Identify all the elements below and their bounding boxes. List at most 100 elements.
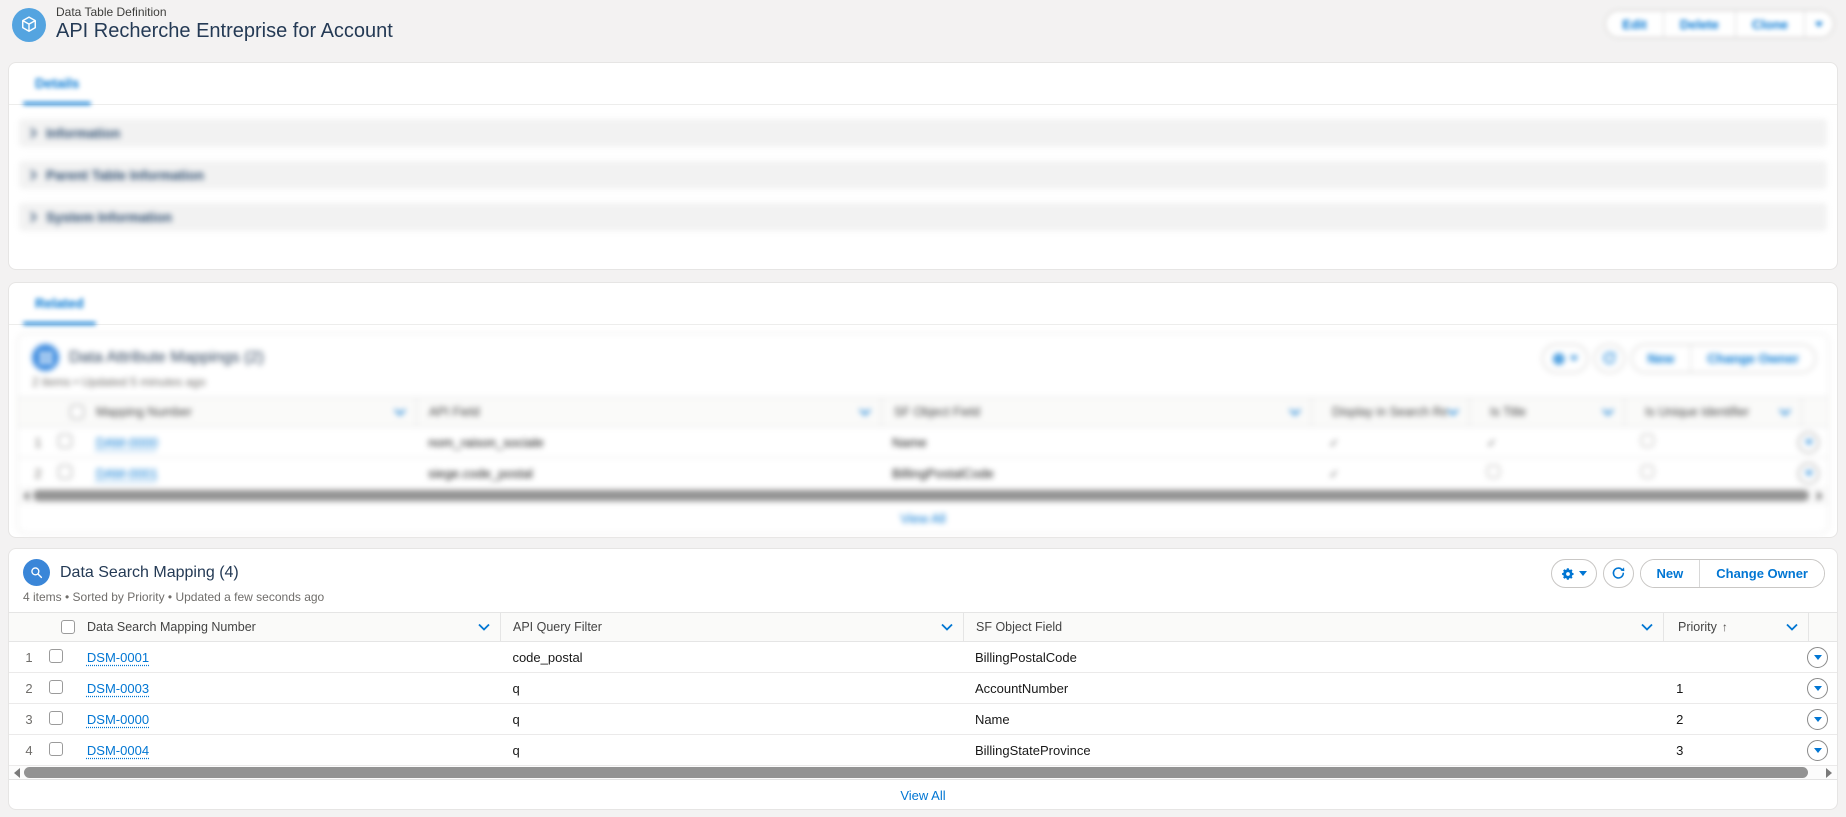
list-refresh-button[interactable] (1602, 559, 1634, 588)
scroll-left-arrow[interactable] (23, 490, 29, 501)
row-number: 2 (25, 680, 33, 696)
record-link[interactable]: DSM-0003 (87, 681, 149, 696)
section-parent-table-information[interactable]: Parent Table Information (19, 161, 1827, 189)
column-header-data-search-mapping-number[interactable]: Data Search Mapping Number (87, 620, 256, 634)
column-menu-button[interactable] (478, 623, 490, 631)
column-menu-button[interactable] (1289, 408, 1301, 416)
column-menu-button[interactable] (1779, 408, 1791, 416)
row-action-button[interactable] (1798, 462, 1819, 484)
chevron-down-icon (1804, 470, 1813, 476)
list-button-group: New Change Owner (1639, 559, 1825, 588)
search-icon (31, 567, 43, 579)
chevron-down-icon (1569, 356, 1578, 361)
record-link[interactable]: DSM-0004 (87, 743, 149, 758)
row-action-button[interactable] (1807, 708, 1828, 730)
column-menu-button[interactable] (941, 623, 953, 631)
list-settings-button[interactable] (1541, 344, 1588, 373)
is-title-checkbox (1487, 436, 1497, 450)
horizontal-scrollbar (9, 766, 1837, 780)
chevron-down-icon (1813, 716, 1822, 722)
gear-icon (1561, 567, 1574, 580)
record-page-header: Data Table Definition API Recherche Entr… (0, 0, 1846, 50)
list-settings-button[interactable] (1550, 559, 1597, 588)
column-header-sf-object-field[interactable]: SF Object Field (894, 405, 980, 419)
is-unique-identifier-checkbox (1641, 465, 1655, 478)
more-actions-button[interactable] (1805, 11, 1833, 37)
column-menu-button[interactable] (859, 408, 871, 416)
row-checkbox[interactable] (57, 433, 72, 448)
api-query-filter-value: code_postal (512, 649, 583, 665)
record-link[interactable]: DAM-0000 (96, 435, 158, 450)
column-header-mapping-number[interactable]: Mapping Number (96, 405, 192, 419)
record-link[interactable]: DAM-0001 (96, 466, 158, 481)
chevron-right-icon (30, 169, 37, 181)
row-checkbox[interactable] (48, 741, 63, 756)
table-row: 2 DAM-0001 siege.code_postal BillingPost… (18, 458, 1828, 489)
refresh-icon (1612, 567, 1624, 579)
list-refresh-button[interactable] (1593, 344, 1625, 373)
row-action-button[interactable] (1807, 646, 1828, 668)
row-number: 1 (34, 434, 42, 450)
scroll-right-arrow[interactable] (1817, 490, 1823, 501)
tab-details[interactable]: Details (23, 63, 92, 105)
tab-related[interactable]: Related (23, 283, 96, 325)
row-action-button[interactable] (1807, 739, 1828, 761)
list-title[interactable]: Data Attribute Mappings (2) (69, 349, 264, 367)
column-header-is-title[interactable]: Is Title (1490, 405, 1526, 419)
scroll-left-arrow[interactable] (14, 767, 20, 778)
edit-button[interactable]: Edit (1606, 11, 1664, 37)
column-header-is-unique-identifier[interactable]: Is Unique Identifier (1645, 405, 1749, 419)
select-all-checkbox[interactable] (70, 405, 84, 419)
column-header-api-query-filter[interactable]: API Query Filter (513, 620, 602, 634)
column-menu-button[interactable] (1641, 623, 1653, 631)
column-header-priority[interactable]: Priority (1678, 620, 1717, 634)
scrollbar-track[interactable] (33, 490, 1813, 501)
column-menu-button[interactable] (1602, 408, 1614, 416)
row-action-button[interactable] (1798, 431, 1819, 453)
chevron-right-icon (30, 211, 37, 223)
row-action-button[interactable] (1807, 677, 1828, 699)
scrollbar-track[interactable] (24, 767, 1822, 778)
scrollbar-thumb[interactable] (33, 490, 1809, 501)
chevron-down-icon (1602, 408, 1614, 416)
clone-button[interactable]: Clone (1735, 11, 1805, 37)
column-menu-button[interactable] (1447, 408, 1459, 416)
new-button[interactable]: New (1640, 560, 1700, 587)
scrollbar-thumb[interactable] (24, 767, 1808, 778)
section-system-information[interactable]: System Information (19, 203, 1827, 231)
row-checkbox[interactable] (48, 679, 63, 694)
section-information[interactable]: Information (19, 119, 1827, 147)
select-all-checkbox[interactable] (61, 620, 75, 634)
view-all-link[interactable]: View All (900, 788, 945, 803)
list-meta: 2 items • Updated 5 minutes ago (32, 375, 206, 389)
change-owner-button[interactable]: Change Owner (1690, 345, 1815, 372)
refresh-icon (1603, 352, 1615, 364)
record-link[interactable]: DSM-0000 (87, 712, 149, 727)
data-attribute-mappings-list: Data Attribute Mappings (2) New Change O… (17, 333, 1829, 534)
chevron-down-icon (394, 408, 406, 416)
row-checkbox[interactable] (48, 710, 63, 725)
details-card: Details Information Parent Table Informa… (8, 62, 1838, 270)
delete-button[interactable]: Delete (1663, 11, 1736, 37)
data-search-mapping-list: Data Search Mapping (4) New Change Owner (8, 548, 1838, 810)
column-menu-button[interactable] (1786, 623, 1798, 631)
chevron-down-icon (1641, 623, 1653, 631)
record-link[interactable]: DSM-0001 (87, 650, 149, 665)
chevron-down-icon (1578, 571, 1587, 576)
related-card: Related Data Attribute Mappings (2) New … (8, 282, 1838, 538)
column-header-sf-object-field[interactable]: SF Object Field (976, 620, 1062, 634)
scroll-right-arrow[interactable] (1826, 767, 1832, 778)
column-menu-button[interactable] (394, 408, 406, 416)
row-checkbox[interactable] (57, 464, 72, 479)
chevron-down-icon (1813, 685, 1822, 691)
row-checkbox[interactable] (48, 648, 63, 663)
horizontal-scrollbar (18, 489, 1828, 503)
view-all-link[interactable]: View All (900, 511, 945, 526)
page-title: API Recherche Entreprise for Account (56, 20, 393, 42)
row-number: 2 (34, 465, 42, 481)
new-button[interactable]: New (1631, 345, 1691, 372)
change-owner-button[interactable]: Change Owner (1699, 560, 1824, 587)
column-header-api-field[interactable]: API Field (429, 405, 480, 419)
list-title[interactable]: Data Search Mapping (4) (60, 564, 239, 582)
column-header-display-in-search-results[interactable]: Display in Search Results (1332, 405, 1447, 419)
